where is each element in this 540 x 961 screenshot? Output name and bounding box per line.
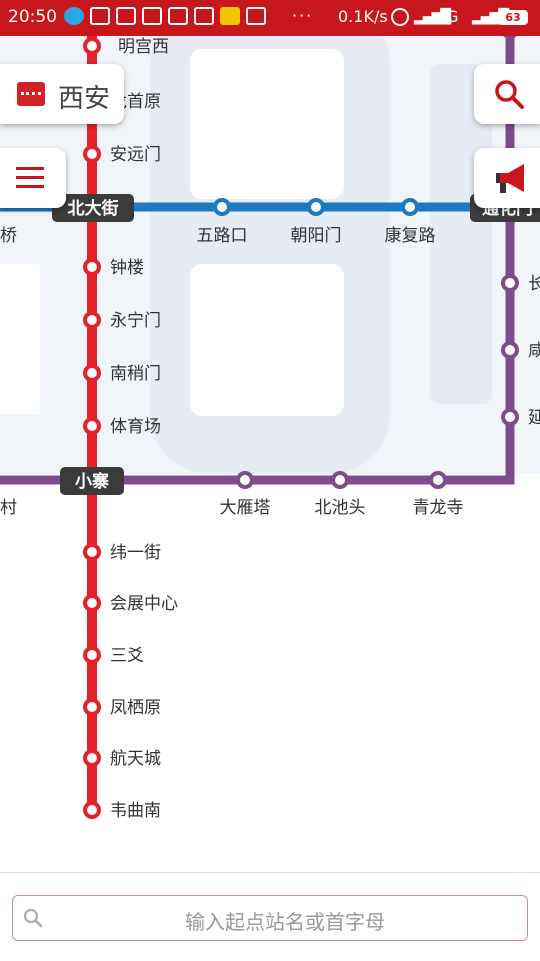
station-dot[interactable] [83,145,101,163]
station-dot[interactable] [83,801,101,819]
station-dot[interactable] [83,543,101,561]
station-dot[interactable] [307,198,325,216]
station-label[interactable]: 咸 [528,341,540,361]
more-notifications: ··· [292,6,314,25]
station-label[interactable]: 钟楼 [110,258,144,278]
station-label[interactable]: 桥 [0,226,17,246]
search-button[interactable] [474,64,540,124]
station-dot[interactable] [331,471,349,489]
app-notification-icon [194,7,214,25]
station-label[interactable]: 大雁塔 [220,498,271,518]
app-notification-icon [246,7,266,25]
station-label[interactable]: 青龙寺 [413,498,464,518]
station-label[interactable]: 康复路 [385,226,436,246]
search-icon [495,80,524,109]
station-label[interactable]: 凤栖原 [110,698,161,718]
station-dot[interactable] [83,258,101,276]
status-bar: 20:50 ··· 0.1K/s ▂▄▆█ 4G ▂▄▆█ 63 [0,0,540,36]
station-label[interactable]: 明宫西 [118,37,169,57]
battery-icon: 63 [498,10,528,25]
alarm-icon [391,8,409,26]
station-dot[interactable] [213,198,231,216]
metro-logo-icon [17,82,45,106]
station-dot[interactable] [501,408,519,426]
station-label[interactable]: 长 [528,274,540,294]
station-label[interactable]: 三爻 [110,646,144,666]
station-label[interactable]: 五路口 [197,226,248,246]
station-label[interactable]: 纬一街 [110,543,161,563]
station-dot[interactable] [83,37,101,55]
station-dot[interactable] [83,698,101,716]
station-dot[interactable] [503,36,517,39]
app-notification-icon [64,7,84,25]
station-label[interactable]: 延 [528,408,540,428]
app-notification-icon [168,7,188,25]
station-label[interactable]: 朝阳门 [291,226,342,246]
station-label[interactable]: 村 [0,498,17,518]
message-icon [116,7,136,25]
message-icon [90,7,110,25]
network-type: 4G [436,7,459,26]
station-label[interactable]: 北池头 [315,498,366,518]
station-label[interactable]: 体育场 [110,417,161,437]
notification-icons [64,7,266,25]
station-label[interactable]: 南稍门 [110,364,161,384]
city-selector-button[interactable]: 西安 [0,64,124,124]
hamburger-menu-icon [16,176,44,179]
metro-map[interactable]: 北大街 小寨 通化门 明宫西 龙首原 安远门 钟楼 永宁门 南稍门 体育场 纬一… [0,36,540,872]
megaphone-icon [496,164,524,193]
menu-button[interactable] [0,148,66,208]
station-dot[interactable] [83,749,101,767]
bottom-search-bar: 输入起点站名或首字母 [0,872,540,961]
clock: 20:50 [8,7,57,27]
station-dot[interactable] [83,646,101,664]
station-dot[interactable] [83,417,101,435]
station-dot[interactable] [83,311,101,329]
station-dot[interactable] [501,341,519,359]
station-dot[interactable] [83,364,101,382]
announcement-button[interactable] [474,148,540,208]
app-notification-icon [220,7,240,25]
station-label[interactable]: 航天城 [110,749,161,769]
search-placeholder: 输入起点站名或首字母 [185,910,385,934]
city-name: 西安 [58,84,111,114]
hamburger-menu-icon [16,185,44,188]
station-label[interactable]: 永宁门 [110,311,161,331]
station-dot[interactable] [83,594,101,612]
station-dot[interactable] [429,471,447,489]
network-speed: 0.1K/s [338,7,388,26]
station-dot[interactable] [401,198,419,216]
station-search-input[interactable]: 输入起点站名或首字母 [12,895,528,941]
station-label-xiaozhai: 小寨 [75,471,109,492]
hamburger-menu-icon [16,167,44,170]
calendar-icon [142,7,162,25]
station-label-beidajie: 北大街 [68,198,119,219]
station-label[interactable]: 安远门 [110,145,161,165]
station-label[interactable]: 韦曲南 [110,801,161,821]
station-dot[interactable] [236,471,254,489]
interchange-xiaozhai[interactable]: 小寨 [60,467,124,495]
station-label[interactable]: 会展中心 [110,594,178,614]
station-dot[interactable] [501,274,519,292]
